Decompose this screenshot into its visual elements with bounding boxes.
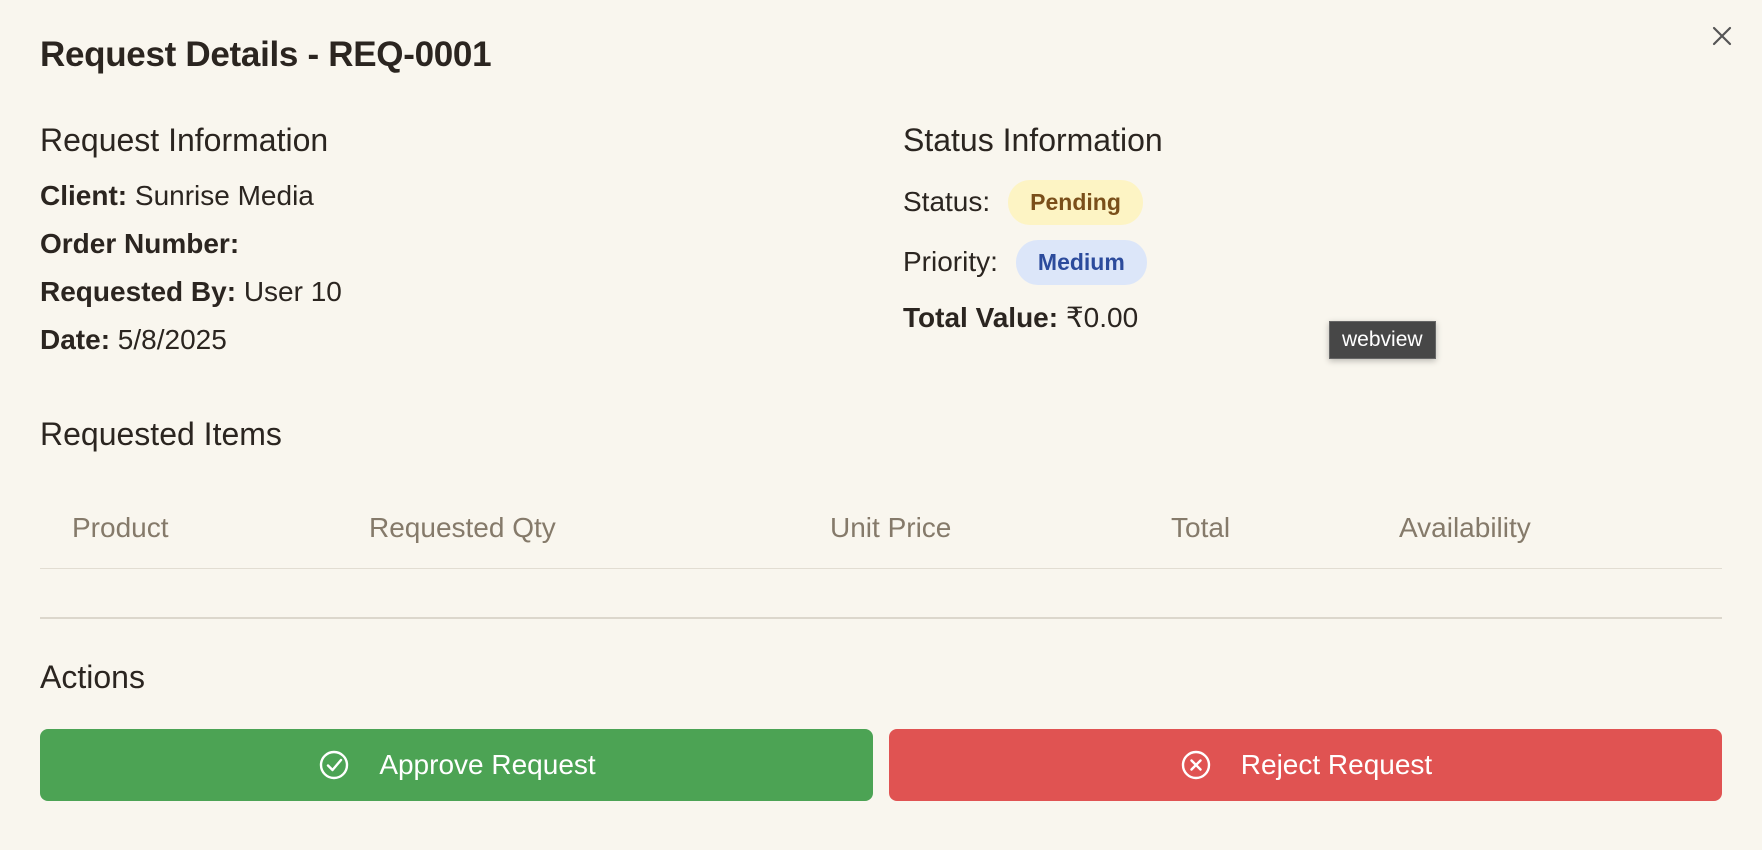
webview-tooltip: webview xyxy=(1329,321,1436,359)
column-header-product: Product xyxy=(72,512,169,543)
x-circle-icon xyxy=(1179,748,1213,782)
order-number-row: Order Number: xyxy=(40,220,903,268)
close-button[interactable] xyxy=(1708,22,1736,50)
client-value: Sunrise Media xyxy=(134,180,314,211)
check-circle-icon xyxy=(317,748,351,782)
requested-by-row: Requested By: User 10 xyxy=(40,268,903,316)
priority-label: Priority: xyxy=(903,246,998,277)
requested-by-value: User 10 xyxy=(243,276,342,307)
status-information: Status Information Status: Pending Prior… xyxy=(903,120,1163,364)
requested-items-heading: Requested Items xyxy=(40,416,282,452)
total-value-row: Total Value: ₹0.00 xyxy=(903,294,1163,342)
column-header-availability: Availability xyxy=(1399,512,1531,543)
client-row: Client: Sunrise Media xyxy=(40,172,903,220)
request-information-heading: Request Information xyxy=(40,122,329,158)
close-icon xyxy=(1712,26,1732,46)
info-section: Request Information Client: Sunrise Medi… xyxy=(40,120,1722,364)
section-divider xyxy=(40,617,1722,619)
request-details-dialog: Request Details - REQ-0001 Request Infor… xyxy=(0,0,1762,850)
actions-heading: Actions xyxy=(40,659,145,695)
approve-request-label: Approve Request xyxy=(379,749,596,780)
status-information-heading: Status Information xyxy=(903,122,1163,158)
request-information: Request Information Client: Sunrise Medi… xyxy=(40,120,903,364)
client-label: Client: xyxy=(40,180,128,211)
column-header-unit-price: Unit Price xyxy=(830,512,952,543)
priority-badge: Medium xyxy=(1015,239,1147,285)
column-header-requested-qty: Requested Qty xyxy=(369,512,556,543)
requested-by-label: Requested By: xyxy=(40,276,237,307)
requested-items-table: Product Requested Qty Unit Price Total A… xyxy=(40,492,1722,569)
status-row: Status: Pending xyxy=(903,172,1163,232)
action-buttons: Approve Request Reject Request xyxy=(40,729,1722,801)
status-label: Status: xyxy=(903,186,991,217)
total-value-label: Total Value: xyxy=(903,302,1059,333)
dialog-title: Request Details - REQ-0001 xyxy=(40,35,492,74)
date-label: Date: xyxy=(40,324,111,355)
reject-request-button[interactable]: Reject Request xyxy=(889,729,1722,801)
order-number-label: Order Number: xyxy=(40,228,240,259)
date-row: Date: 5/8/2025 xyxy=(40,316,903,364)
reject-request-label: Reject Request xyxy=(1240,749,1433,780)
approve-request-button[interactable]: Approve Request xyxy=(40,729,873,801)
status-badge: Pending xyxy=(1008,179,1143,225)
total-value: ₹0.00 xyxy=(1065,302,1139,333)
column-header-total: Total xyxy=(1171,512,1231,543)
priority-row: Priority: Medium xyxy=(903,232,1163,292)
date-value: 5/8/2025 xyxy=(117,324,227,355)
